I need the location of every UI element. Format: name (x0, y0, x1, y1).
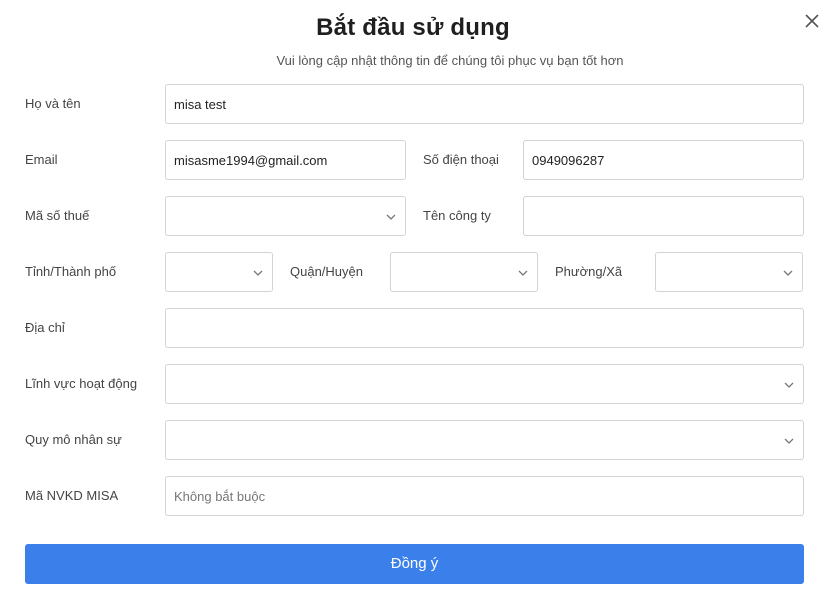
chevron-down-icon (783, 435, 795, 447)
address-input[interactable] (165, 308, 804, 348)
tax-code-label: Mã số thuế (25, 208, 90, 223)
staff-size-select[interactable] (165, 420, 804, 460)
sales-code-label: Mã NVKD MISA (25, 488, 119, 503)
start-dialog: Bắt đầu sử dụng Vui lòng cập nhật thông … (0, 0, 826, 614)
province-label: Tỉnh/Thành phố (25, 264, 117, 279)
submit-button[interactable]: Đồng ý (25, 544, 804, 584)
chevron-down-icon (385, 211, 397, 223)
full-name-label: Họ và tên (25, 96, 81, 111)
address-label: Địa chỉ (25, 320, 65, 335)
phone-input[interactable] (523, 140, 804, 180)
ward-select[interactable] (655, 252, 803, 292)
industry-select[interactable] (165, 364, 804, 404)
company-name-label: Tên công ty (423, 208, 491, 223)
district-select[interactable] (390, 252, 538, 292)
chevron-down-icon (782, 267, 794, 279)
sales-code-input[interactable] (165, 476, 804, 516)
staff-size-label: Quy mô nhân sự (25, 432, 122, 447)
dialog-subtitle: Vui lòng cập nhật thông tin để chúng tôi… (276, 53, 624, 68)
tax-code-select[interactable] (165, 196, 406, 236)
full-name-input[interactable] (165, 84, 804, 124)
chevron-down-icon (252, 267, 264, 279)
chevron-down-icon (783, 379, 795, 391)
province-select[interactable] (165, 252, 273, 292)
email-label: Email (25, 152, 58, 167)
district-label: Quận/Huyện (290, 264, 363, 279)
ward-label: Phường/Xã (555, 264, 623, 279)
chevron-down-icon (517, 267, 529, 279)
phone-label: Số điện thoại (423, 152, 499, 167)
industry-label: Lĩnh vực hoạt động (25, 376, 138, 391)
company-name-input[interactable] (523, 196, 804, 236)
dialog-title: Bắt đầu sử dụng (316, 14, 510, 41)
email-input[interactable] (165, 140, 406, 180)
